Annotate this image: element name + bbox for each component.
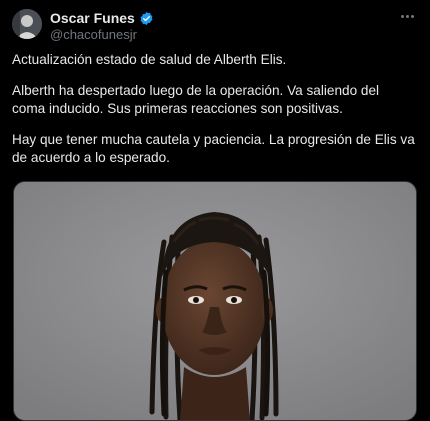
- tweet-paragraph: Hay que tener mucha cautela y paciencia.…: [12, 131, 415, 166]
- tweet-text: Actualización estado de salud de Alberth…: [12, 51, 416, 180]
- tweet-card: Oscar Funes @chacofunesjr Actualización …: [0, 0, 430, 421]
- author-name-row: Oscar Funes: [50, 9, 154, 27]
- author-display-name[interactable]: Oscar Funes: [50, 10, 135, 26]
- tweet-paragraph: Alberth ha despertado luego de la operac…: [12, 82, 380, 117]
- tweet-media-photo[interactable]: [13, 181, 417, 421]
- more-options-icon[interactable]: [396, 8, 418, 24]
- author-handle[interactable]: @chacofunesjr: [50, 27, 137, 42]
- author-avatar[interactable]: [12, 9, 42, 39]
- verified-badge-icon: [139, 11, 154, 26]
- tweet-paragraph: Actualización estado de salud de Alberth…: [12, 52, 287, 67]
